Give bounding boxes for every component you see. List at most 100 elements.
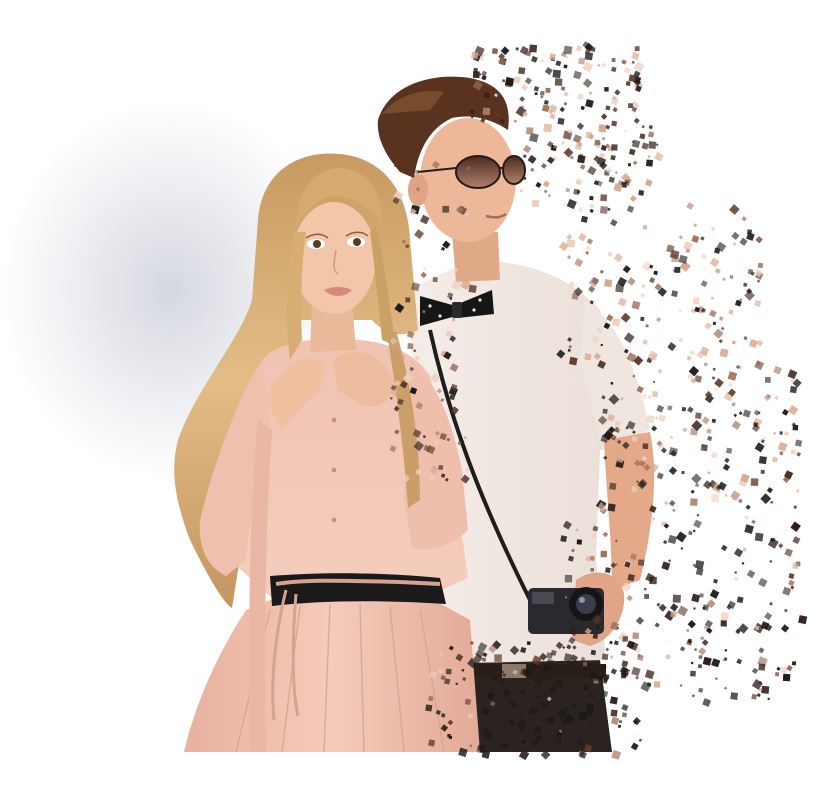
particle	[665, 653, 672, 660]
particle	[518, 67, 526, 75]
particle	[564, 596, 567, 599]
particle	[681, 470, 685, 475]
particle	[627, 277, 636, 286]
particle	[780, 624, 790, 633]
particle	[651, 425, 658, 432]
particle	[467, 166, 471, 170]
particle	[578, 232, 587, 242]
particle	[604, 87, 609, 92]
particle	[574, 258, 584, 268]
particle	[690, 670, 696, 677]
particle	[668, 466, 678, 475]
particle	[611, 120, 618, 127]
particle	[577, 206, 584, 213]
particle	[585, 245, 591, 252]
particle	[739, 237, 748, 246]
particle	[606, 314, 614, 322]
particle	[642, 443, 649, 450]
particle	[585, 250, 590, 255]
particle	[678, 235, 683, 240]
particle	[731, 420, 742, 430]
particle	[648, 141, 657, 150]
particle	[711, 658, 721, 668]
particle	[527, 154, 537, 164]
particle	[621, 673, 626, 679]
particle	[728, 382, 733, 388]
particle	[687, 620, 696, 629]
particle	[405, 297, 411, 303]
particle	[667, 342, 677, 352]
camera-icon	[528, 587, 604, 634]
particle	[732, 241, 737, 246]
particle	[609, 482, 617, 490]
particle	[640, 292, 646, 298]
particle	[784, 608, 788, 613]
particle	[505, 80, 513, 88]
particle	[589, 195, 594, 201]
particle	[790, 449, 796, 455]
particle	[762, 436, 766, 440]
particle	[601, 653, 609, 660]
particle	[621, 59, 627, 65]
particle	[678, 309, 682, 313]
particle	[656, 472, 664, 480]
particle	[576, 539, 582, 545]
particle	[733, 576, 739, 582]
particle	[787, 369, 798, 380]
particle	[521, 83, 528, 91]
particle	[690, 498, 698, 506]
particle	[532, 729, 538, 734]
particle	[623, 332, 635, 344]
particle	[627, 163, 631, 167]
particle	[575, 45, 583, 52]
particle	[416, 469, 422, 475]
particle	[592, 534, 597, 538]
particle	[610, 97, 620, 106]
particle	[742, 547, 747, 552]
particle	[761, 685, 770, 694]
particle	[631, 486, 638, 493]
particle	[647, 155, 651, 158]
particle	[780, 666, 788, 674]
particle	[563, 64, 568, 69]
particle	[562, 203, 566, 207]
particle	[620, 650, 626, 656]
particle	[698, 647, 707, 656]
particle	[679, 684, 683, 687]
particle	[686, 629, 690, 632]
particle	[441, 713, 446, 718]
particle	[601, 136, 606, 141]
particle	[611, 66, 617, 73]
particle	[513, 119, 517, 123]
particle	[565, 187, 571, 193]
particle	[607, 251, 613, 257]
particle	[711, 296, 714, 300]
particle	[546, 716, 556, 725]
particle	[549, 113, 556, 120]
particle	[605, 567, 611, 573]
particle	[533, 685, 537, 689]
particle	[481, 75, 487, 81]
particle	[614, 171, 618, 174]
particle	[610, 716, 620, 726]
particle	[577, 154, 586, 164]
particle	[632, 632, 640, 640]
particle	[560, 535, 568, 543]
particle	[482, 107, 491, 116]
particle	[668, 500, 676, 507]
particle	[774, 395, 779, 400]
particle	[698, 687, 704, 693]
particle	[711, 418, 716, 423]
particle	[582, 78, 593, 88]
particle	[543, 100, 549, 105]
particle	[641, 284, 646, 289]
particle	[589, 203, 595, 209]
particle	[773, 431, 777, 435]
particle	[563, 91, 569, 97]
particle	[678, 337, 683, 342]
particle	[541, 702, 548, 709]
particle	[653, 681, 661, 688]
particle	[728, 309, 734, 315]
particle	[641, 125, 645, 129]
particle	[708, 309, 717, 318]
